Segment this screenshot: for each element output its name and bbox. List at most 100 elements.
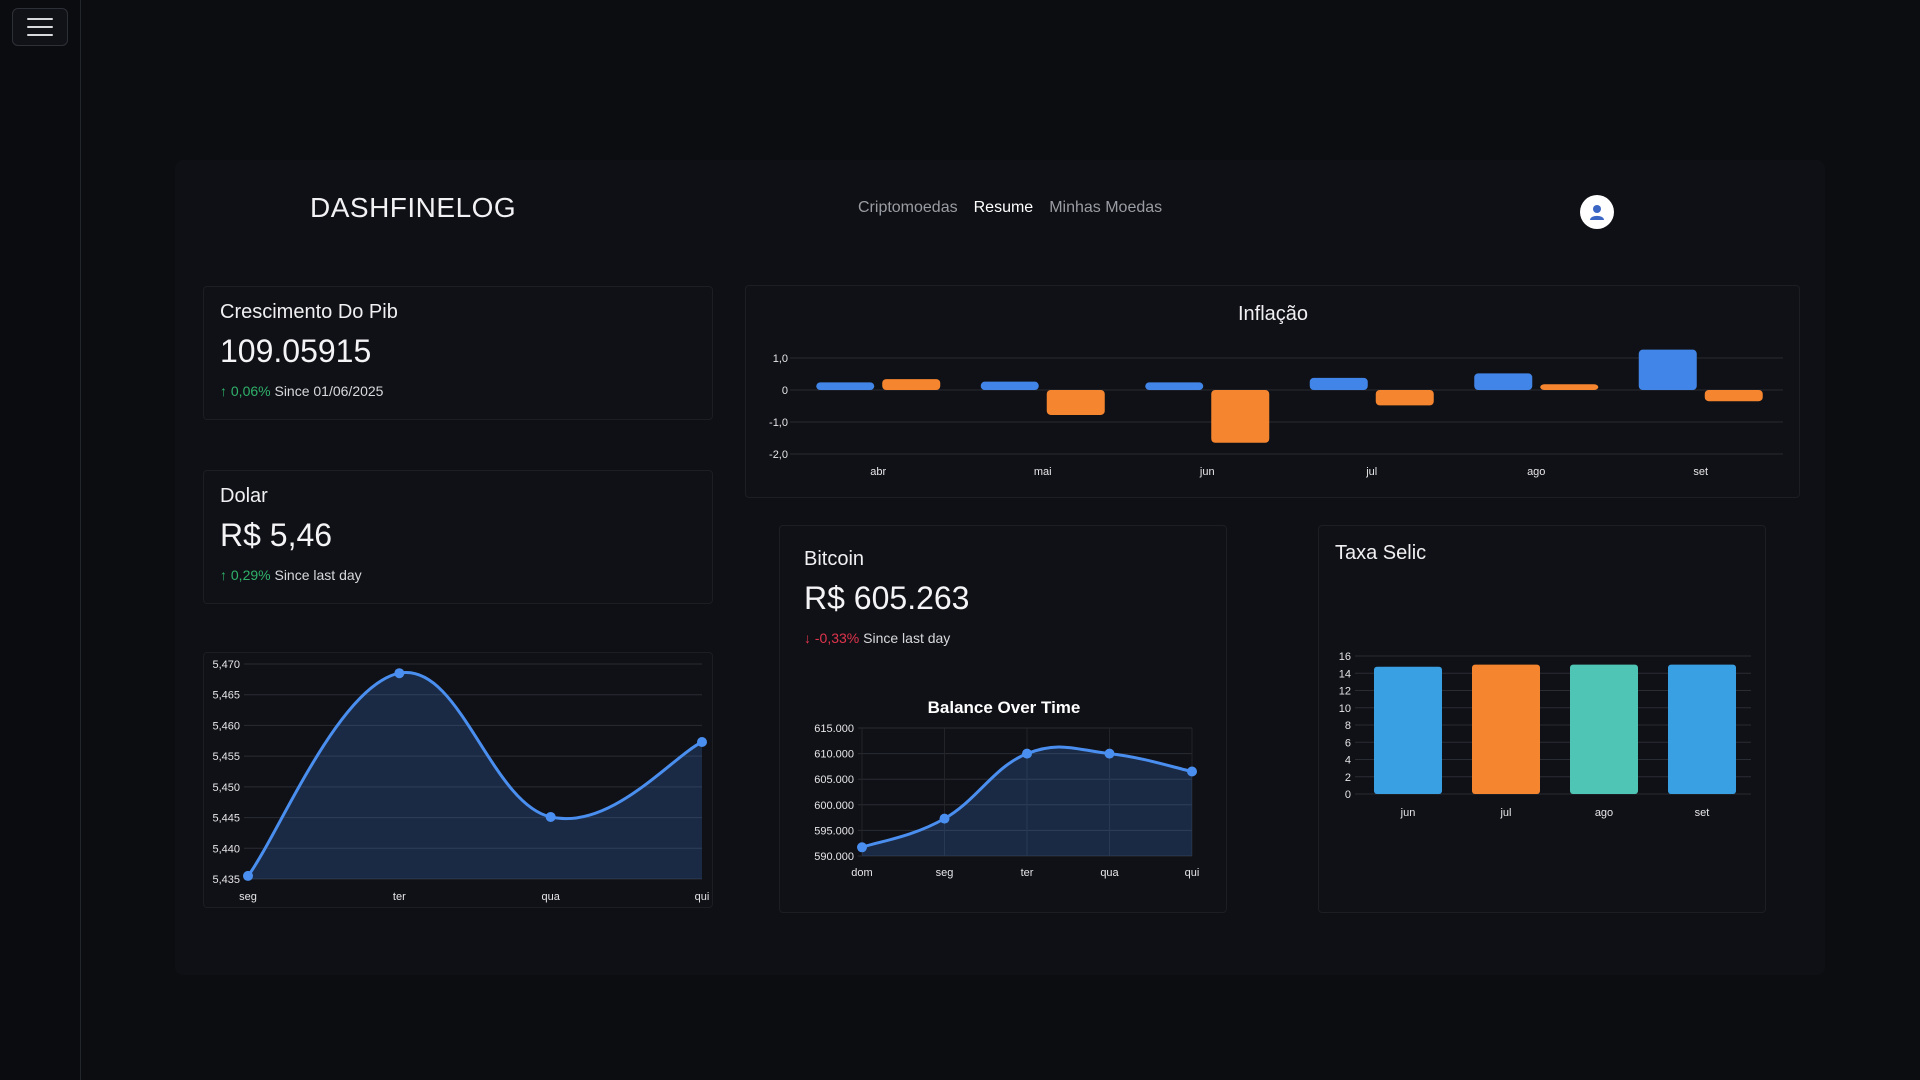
- y-tick-label: 8: [1345, 720, 1351, 732]
- selic-card: Taxa Selic 16 14 12 10 8 6 4 2 0 jun jul ago set: [1318, 525, 1766, 913]
- y-tick-label: 5,450: [212, 782, 240, 794]
- area-fill: [862, 746, 1192, 856]
- inflacao-bar: [1638, 349, 1697, 390]
- inflacao-bar: [1540, 384, 1599, 390]
- y-tick-label: 590.000: [814, 851, 854, 863]
- inflacao-bar: [1474, 373, 1533, 390]
- card-value: 109.05915: [220, 333, 372, 369]
- user-avatar-icon[interactable]: [1580, 195, 1614, 229]
- menu-line: [27, 26, 53, 28]
- y-tick-label: 5,445: [212, 813, 240, 825]
- data-point: [857, 842, 867, 853]
- dolar-card: Dolar R$ 5,46 ↑ 0,29% Since last day: [203, 470, 713, 604]
- x-tick-label: jun: [1199, 466, 1215, 478]
- data-point: [394, 668, 405, 679]
- x-tick-label: ter: [393, 891, 406, 903]
- data-point: [545, 811, 556, 822]
- inflacao-bar-chart: Inflação 1,0 0 -1,0 -2,0 abr mai jun jul ago set: [769, 303, 1783, 478]
- selic-bar: [1472, 664, 1540, 794]
- inflacao-bar: [980, 381, 1039, 390]
- x-tick-label: mai: [1034, 466, 1052, 478]
- y-tick-label: 16: [1339, 651, 1351, 663]
- y-tick-label: 12: [1339, 686, 1351, 698]
- x-tick-label: qua: [541, 891, 560, 903]
- nav-minhas-moedas[interactable]: Minhas Moedas: [1049, 199, 1162, 217]
- area-fill: [248, 672, 702, 879]
- x-tick-label: abr: [870, 466, 886, 478]
- menu-line: [27, 18, 53, 20]
- x-tick-label: ago: [1595, 807, 1613, 819]
- card-delta: ↑ 0,29% Since last day: [220, 567, 362, 583]
- y-tick-label: 5,460: [212, 720, 240, 732]
- card-delta: ↑ 0,06% Since 01/06/2025: [220, 383, 383, 399]
- y-tick-label: 610.000: [814, 749, 854, 761]
- menu-line: [27, 34, 53, 36]
- data-point: [1104, 748, 1115, 759]
- nav-resume[interactable]: Resume: [974, 199, 1034, 217]
- top-nav: Criptomoedas Resume Minhas Moedas: [858, 199, 1162, 217]
- y-tick-label: 5,455: [212, 751, 240, 763]
- y-tick-label: 5,470: [212, 659, 240, 671]
- x-tick-label: set: [1693, 466, 1708, 478]
- up-arrow-icon: ↑: [220, 383, 227, 399]
- y-tick-label: 0: [782, 385, 788, 397]
- y-tick-label: 5,440: [212, 843, 240, 855]
- y-tick-label: 615.000: [814, 723, 854, 735]
- x-tick-label: seg: [936, 867, 954, 879]
- y-tick-label: 605.000: [814, 774, 854, 786]
- y-tick-label: 10: [1339, 703, 1351, 715]
- card-title: Crescimento Do Pib: [220, 301, 398, 323]
- x-tick-label: jul: [1499, 807, 1511, 819]
- y-tick-label: -1,0: [769, 417, 788, 429]
- nav-criptomoedas[interactable]: Criptomoedas: [858, 199, 958, 217]
- y-tick-label: 1,0: [773, 353, 788, 365]
- inflacao-bar: [816, 382, 875, 390]
- y-tick-label: 2: [1345, 772, 1351, 784]
- inflacao-bar: [1145, 382, 1204, 390]
- x-tick-label: qui: [695, 891, 710, 903]
- delta-since: Since last day: [274, 567, 362, 583]
- inflacao-bar: [1211, 390, 1270, 443]
- x-tick-label: dom: [851, 867, 872, 879]
- y-tick-label: 14: [1339, 668, 1351, 680]
- bitcoin-line-chart: Balance Over Time 615.000 610.000 605.000 60…: [814, 698, 1200, 879]
- brand-logo[interactable]: DASHFINELOG: [310, 192, 516, 224]
- y-tick-label: 6: [1345, 737, 1351, 749]
- chart-title: Inflação: [1238, 303, 1308, 325]
- x-tick-label: qua: [1100, 867, 1119, 879]
- y-tick-label: 0: [1345, 789, 1351, 801]
- delta-value: 0,06%: [230, 383, 271, 399]
- inflacao-bar: [1046, 390, 1105, 415]
- dolar-line-chart: 5,470 5,465 5,460 5,455 5,450 5,445 5,440 5,435…: [212, 659, 710, 903]
- inflacao-bar: [1309, 377, 1368, 390]
- x-tick-label: ter: [1021, 867, 1034, 879]
- y-tick-label: 5,465: [212, 690, 240, 702]
- x-tick-label: jun: [1400, 807, 1416, 819]
- x-tick-label: qui: [1185, 867, 1200, 879]
- data-point: [697, 737, 707, 748]
- delta-value: 0,29%: [230, 567, 271, 583]
- x-tick-label: ago: [1527, 466, 1545, 478]
- selic-bar: [1570, 664, 1638, 794]
- selic-bar-chart: 16 14 12 10 8 6 4 2 0 jun jul ago set: [1339, 651, 1751, 819]
- y-tick-label: 5,435: [212, 874, 240, 886]
- pib-card: Crescimento Do Pib 109.05915 ↑ 0,06% Sin…: [203, 286, 713, 420]
- y-tick-label: -2,0: [769, 449, 788, 461]
- inflacao-bar: [1704, 390, 1763, 402]
- left-rail: [0, 0, 81, 1080]
- data-point: [243, 870, 253, 881]
- inflacao-bar: [882, 379, 941, 390]
- data-point: [1022, 748, 1032, 759]
- dolar-chart-card: 5,470 5,465 5,460 5,455 5,450 5,445 5,440 5,435…: [203, 652, 713, 908]
- y-tick-label: 595.000: [814, 825, 854, 837]
- y-tick-label: 4: [1345, 755, 1351, 767]
- inflacao-card: Inflação 1,0 0 -1,0 -2,0 abr mai jun jul ago set: [745, 285, 1800, 498]
- data-point: [939, 813, 950, 824]
- x-tick-label: set: [1695, 807, 1710, 819]
- card-title: Dolar: [220, 485, 268, 507]
- up-arrow-icon: ↑: [220, 567, 227, 583]
- card-value: R$ 5,46: [220, 517, 333, 553]
- hamburger-menu-icon[interactable]: [12, 8, 68, 46]
- x-tick-label: jul: [1365, 466, 1377, 478]
- data-point: [1187, 766, 1197, 777]
